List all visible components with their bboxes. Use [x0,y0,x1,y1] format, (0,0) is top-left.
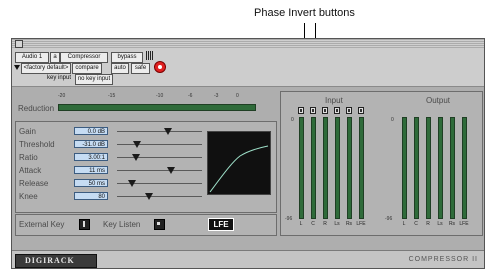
bypass-button[interactable]: bypass [111,52,143,63]
param-value-field[interactable]: -31.0 dB [74,140,108,148]
param-slider-thumb[interactable] [167,167,176,174]
param-label: Gain [19,127,36,136]
external-key-button[interactable] [79,219,90,230]
output-meter-bar [426,117,431,219]
auto-button[interactable]: auto [111,63,129,74]
input-channel-label: LFE [356,221,366,227]
safe-button[interactable]: safe [131,63,150,74]
input-channel-label: Rs [345,221,353,227]
plugin-footer: DIGIRACK COMPRESSOR II [12,250,484,268]
close-box[interactable] [15,40,23,48]
reduction-meter [58,104,256,111]
param-value-field[interactable]: 80 [74,192,108,200]
plugin-header: Audio 1 a Compressor bypass <factory def… [12,48,484,87]
output-meter-bar [450,117,455,219]
output-meter-bar [462,117,467,219]
insert-selector[interactable]: a [50,52,60,63]
key-listen-button[interactable] [154,219,165,230]
compare-button[interactable]: compare [72,63,102,74]
key-input-selector[interactable]: no key input [75,74,113,85]
input-channel-label: Ls [334,221,340,227]
param-slider-track[interactable] [117,196,202,197]
output-channel-label: Rs [448,221,456,227]
transfer-curve [209,145,269,193]
phase-invert-button[interactable] [310,107,316,114]
input-meter-bar [347,117,352,219]
preset-arrow-icon[interactable] [14,65,20,70]
external-key-label: External Key [19,220,65,229]
output-scale-bottom: -96 [385,216,393,222]
output-meter-bar [438,117,443,219]
output-meter-bar [414,117,419,219]
plugin-window: Audio 1 a Compressor bypass <factory def… [11,38,485,269]
reduction-tick: -3 [214,93,219,99]
reduction-tick: -15 [108,93,116,99]
reduction-scale: -20 -15 -10 -6 -3 0 [58,93,258,101]
key-listen-label: Key Listen [103,220,141,229]
phase-invert-button[interactable] [334,107,340,114]
param-slider-track[interactable] [117,131,202,132]
param-slider-track[interactable] [117,170,202,171]
input-meter-bar [311,117,316,219]
output-channel-label: LFE [459,221,469,227]
input-channel-label: R [323,221,327,227]
reduction-tick: -20 [58,93,66,99]
plugin-selector[interactable]: Compressor [60,52,108,63]
input-meter-bar [299,117,304,219]
input-scale-top: 0 [291,117,294,123]
phase-invert-button[interactable] [346,107,352,114]
param-value-field[interactable]: 11 ms [74,166,108,174]
plugin-slot-icon [146,51,154,60]
track-selector[interactable]: Audio 1 [15,52,49,63]
param-value-field[interactable]: 0.0 dB [74,127,108,135]
param-label: Release [19,179,49,188]
param-value-field[interactable]: 3.00:1 [74,153,108,161]
key-input-label: key input [47,75,72,81]
digirack-logo: DIGIRACK [15,254,97,268]
phase-invert-callout: Phase Invert buttons [254,7,355,19]
param-slider-thumb[interactable] [145,193,154,200]
phase-invert-button[interactable] [358,107,364,114]
param-label: Ratio [19,153,38,162]
input-channel-label: C [311,221,315,227]
param-slider-thumb[interactable] [164,128,172,135]
plugin-name-label: COMPRESSOR II [408,256,478,263]
digirack-logo-text: DIGIRACK [25,256,75,265]
lfe-button[interactable]: LFE [208,218,234,231]
output-channel-label: L [402,221,406,227]
input-meter-bar [335,117,340,219]
param-slider-track[interactable] [117,157,202,158]
param-label: Threshold [19,140,55,149]
output-channel-label: C [414,221,418,227]
output-channel-label: R [426,221,430,227]
input-channel-label: L [299,221,303,227]
output-scale-top: 0 [391,117,394,123]
record-icon[interactable] [154,61,166,73]
input-label: Input [325,96,343,105]
speaker-icon [157,222,160,225]
param-label: Attack [19,166,42,175]
key-icon [83,221,85,227]
output-meter-bar [402,117,407,219]
input-scale-bottom: -96 [285,216,293,222]
reduction-tick: -10 [156,93,164,99]
param-slider-thumb[interactable] [132,141,141,148]
reduction-label: Reduction [18,104,55,113]
phase-invert-button[interactable] [298,107,304,114]
reduction-tick: 0 [236,93,239,99]
input-meter-bar [359,117,364,219]
output-label: Output [426,96,451,105]
preset-menu[interactable]: <factory default> [21,63,71,74]
param-slider-thumb[interactable] [131,154,140,161]
reduction-tick: -6 [188,93,193,99]
param-value-field[interactable]: 50 ms [74,179,108,187]
phase-invert-button[interactable] [322,107,328,114]
input-meter-bar [323,117,328,219]
output-channel-label: Ls [437,221,443,227]
param-label: Knee [19,192,38,201]
param-slider-thumb[interactable] [128,180,137,187]
param-slider-track[interactable] [117,144,202,145]
plugin-main: Reduction -20 -15 -10 -6 -3 0 Gain 0.0 dB… [12,87,484,250]
transfer-curve-graph [207,131,271,195]
